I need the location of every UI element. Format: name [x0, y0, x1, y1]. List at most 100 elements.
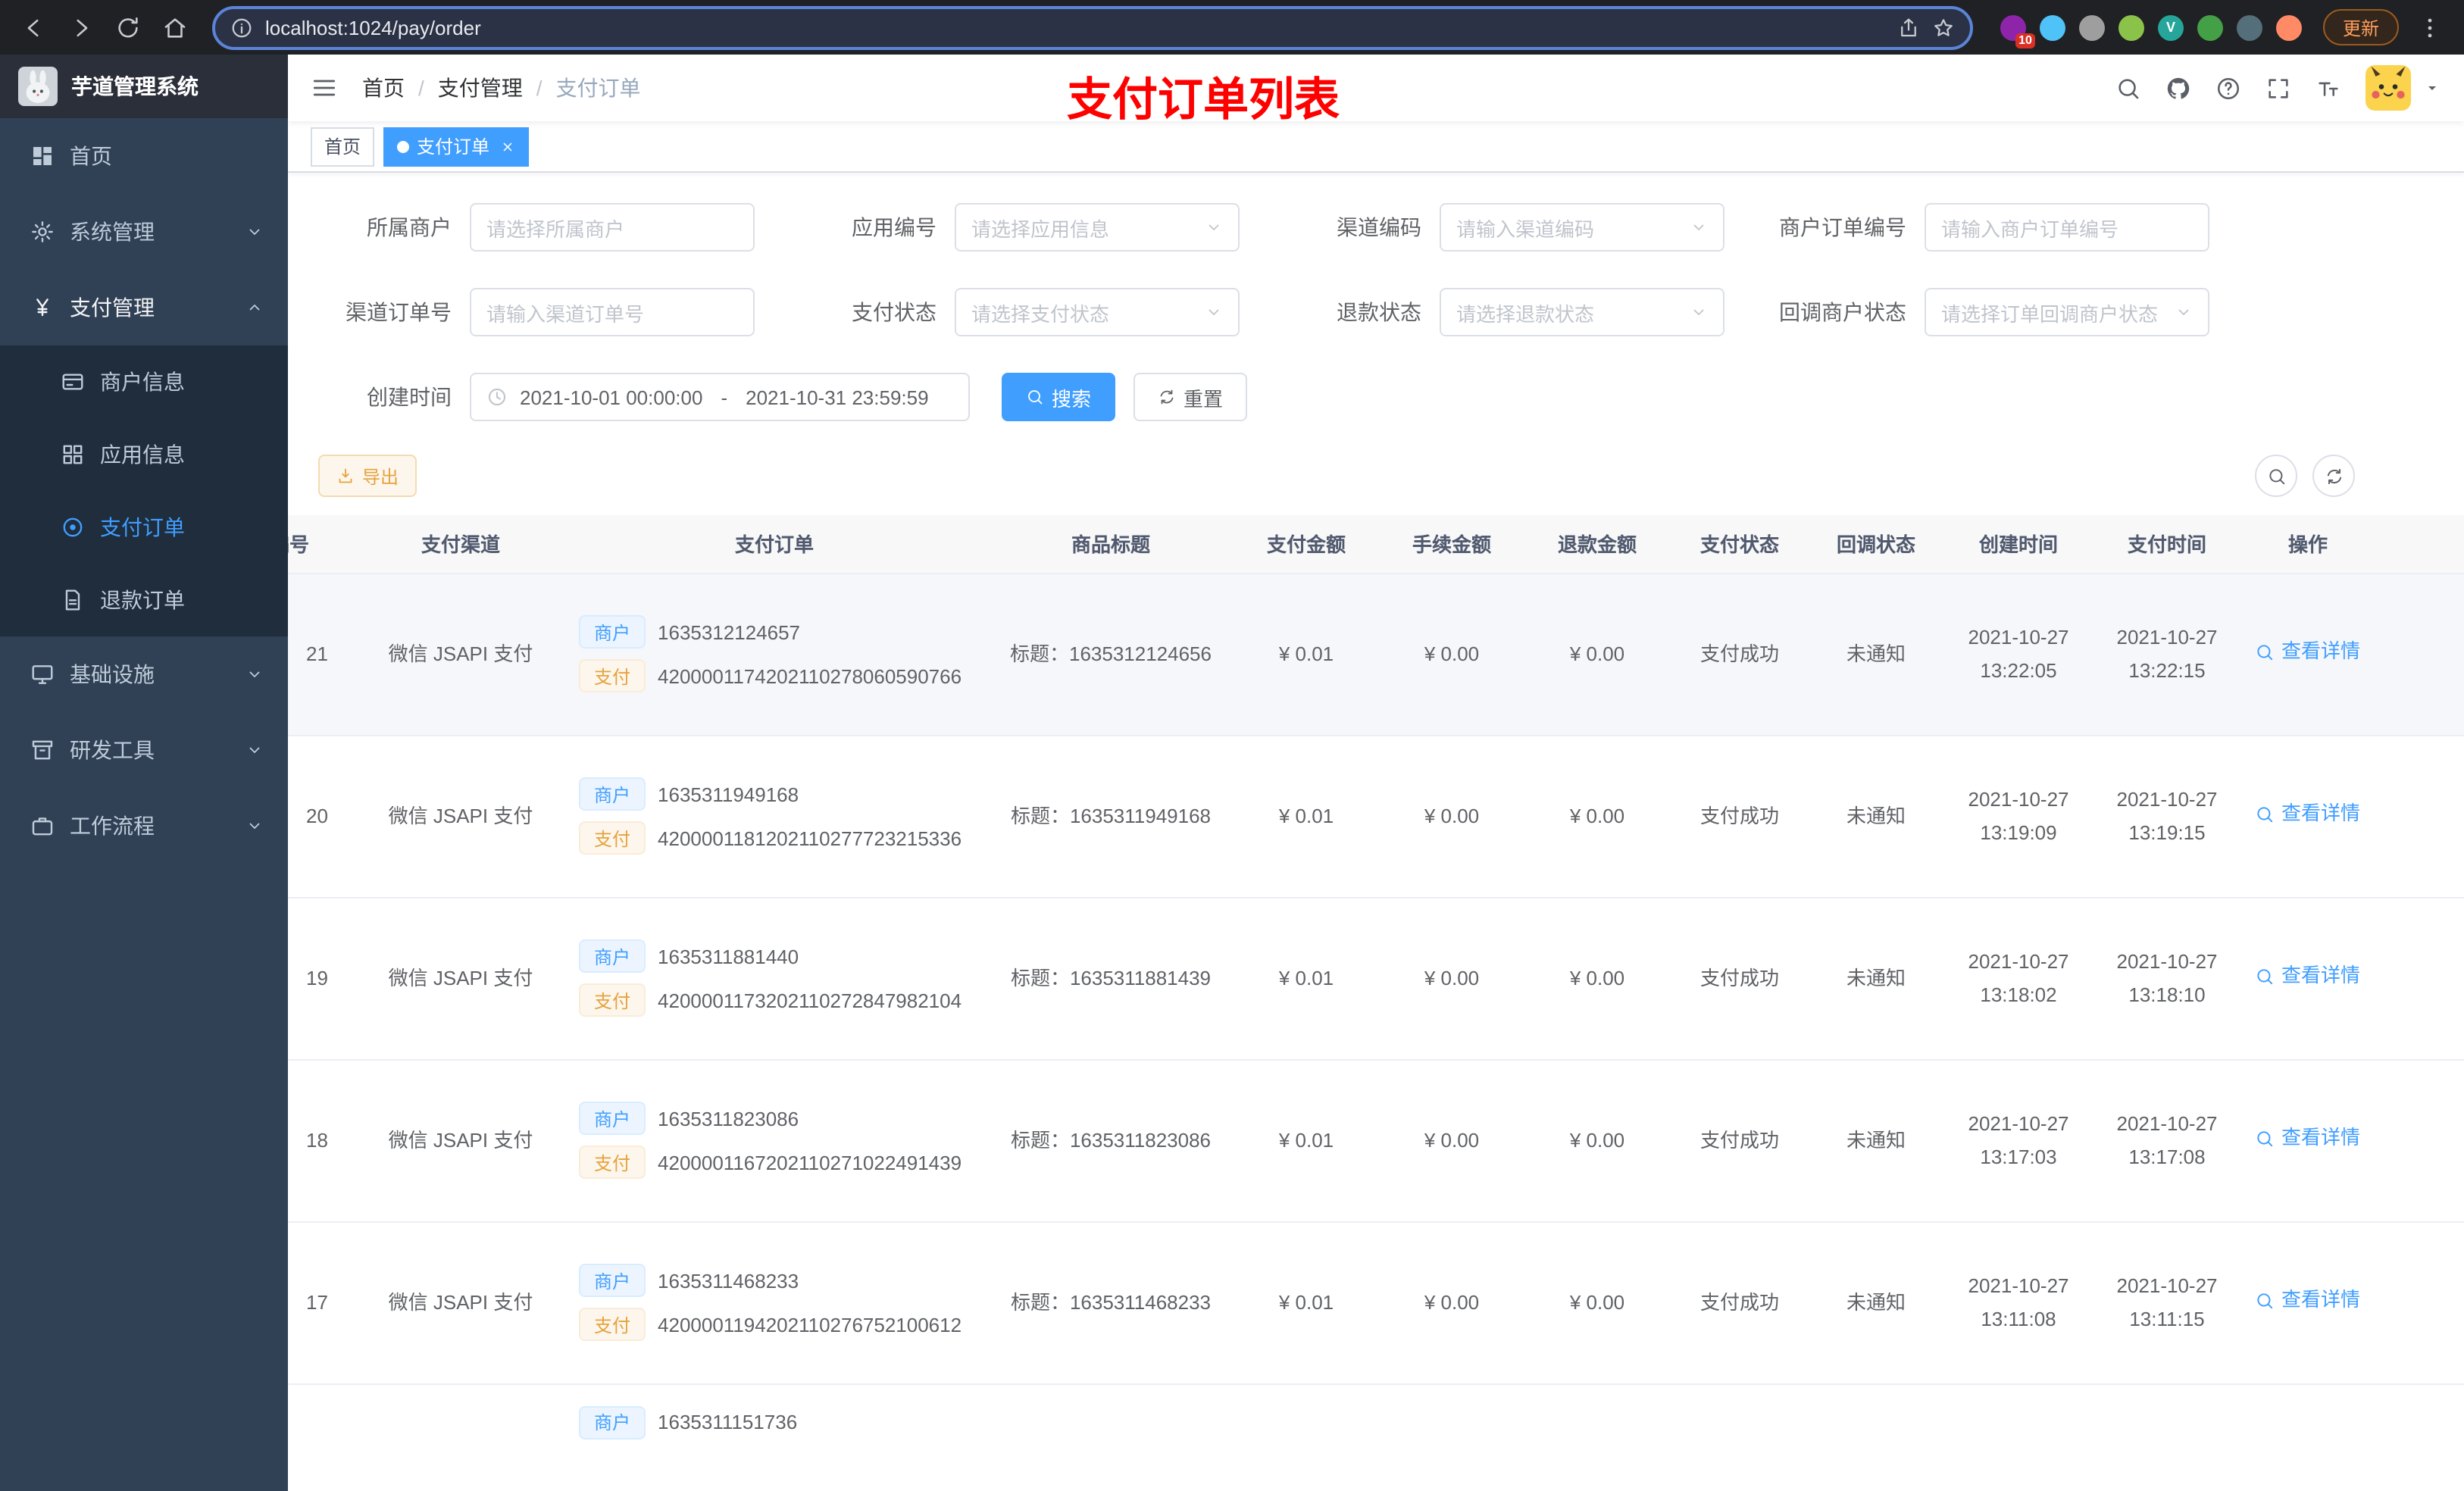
sidebar-item-pay-order[interactable]: 支付订单: [0, 491, 288, 564]
extension-colorful-icon[interactable]: 10: [2000, 14, 2035, 48]
bookmark-star-icon[interactable]: [1932, 16, 1955, 39]
cell-filler: [2376, 735, 2464, 898]
app-logo[interactable]: 芋道管理系统: [0, 55, 288, 118]
table-row[interactable]: 21 微信 JSAPI 支付 商户 1635312124657 支付 4200001174…: [288, 573, 2464, 736]
breadcrumb-pay-manage[interactable]: 支付管理: [438, 73, 523, 103]
user-avatar[interactable]: [2366, 65, 2411, 111]
table-header-row: 编号 支付渠道 支付订单 商品标题 支付金额 手续金额 退款金额 支付状态 回调状态 创建时间 支付…: [288, 515, 2464, 574]
sidebar-item-merchant-info[interactable]: 商户信息: [0, 345, 288, 418]
toggle-search-button[interactable]: [2255, 455, 2297, 497]
filter-merchant-input[interactable]: 请选择所属商户: [470, 203, 755, 252]
extension-blue-drop-icon[interactable]: [2039, 14, 2065, 40]
table-row[interactable]: 17 微信 JSAPI 支付 商户 1635311468233 支付 4200001194…: [288, 1221, 2464, 1384]
github-icon[interactable]: [2165, 75, 2191, 101]
sidebar-item-app-info[interactable]: 应用信息: [0, 418, 288, 491]
hamburger-icon[interactable]: [311, 74, 338, 102]
filter-channel-order-no-input[interactable]: 请输入渠道订单号: [470, 288, 755, 336]
table-row[interactable]: 18 微信 JSAPI 支付 商户 1635311823086 支付 4200001167…: [288, 1059, 2464, 1222]
filter-row-2: 渠道订单号 请输入渠道订单号 支付状态 请选择支付状态 退款状态 请选择退款状态 回调商户状…: [288, 288, 2464, 336]
help-icon[interactable]: [2215, 75, 2241, 101]
cell-empty: [2094, 1383, 2240, 1491]
browser-home-button[interactable]: [153, 5, 197, 49]
cell-order: 商户 1635311151736: [561, 1383, 988, 1491]
share-icon[interactable]: [1897, 16, 1920, 39]
filter-form: 所属商户 请选择所属商户 应用编号 请选择应用信息 渠道编码 请输入渠道编码 商户订单编号请…: [288, 203, 2464, 421]
column-header-7: 支付状态: [1670, 515, 1809, 574]
browser-back-button[interactable]: [12, 5, 56, 49]
sidebar-submenu: 商户信息 应用信息支付订单退款订单: [0, 345, 288, 636]
browser-forward-button[interactable]: [59, 5, 103, 49]
sidebar-item-label: 支付订单: [100, 515, 185, 539]
view-detail-link[interactable]: 查看详情: [2256, 798, 2360, 831]
cell-number: 21: [288, 573, 361, 736]
sidebar-item-system[interactable]: 系统管理: [0, 194, 288, 270]
fullscreen-icon[interactable]: [2265, 75, 2291, 101]
view-detail-link[interactable]: 查看详情: [2256, 1122, 2360, 1155]
filter-merchant-order-no-input[interactable]: 请输入商户订单编号: [1925, 203, 2209, 252]
header-search-icon[interactable]: [2115, 75, 2141, 101]
sidebar-item-home[interactable]: 首页: [0, 118, 288, 194]
order-number: 1635311823086: [658, 1107, 799, 1130]
browser-menu-button[interactable]: [2408, 5, 2452, 49]
breadcrumb-home[interactable]: 首页: [362, 73, 405, 103]
reset-button[interactable]: 重置: [1134, 373, 1248, 421]
tab-pay-order[interactable]: 支付订单: [383, 127, 530, 166]
cell-title: 标题：1635311468233: [988, 1221, 1234, 1384]
search-button[interactable]: 搜索: [1002, 373, 1116, 421]
column-label: 支付时间: [2127, 533, 2206, 557]
table-row-partial[interactable]: 商户 1635311151736: [288, 1383, 2464, 1491]
merchant-tag: 商户: [579, 939, 646, 973]
filter-callback-status-select[interactable]: 请选择订单回调商户状态: [1925, 288, 2209, 336]
extension-gray-icon[interactable]: [2078, 14, 2105, 40]
filter-label: 应用编号: [852, 215, 937, 239]
export-button[interactable]: 导出: [318, 455, 417, 497]
filter-channel-code-select[interactable]: 请输入渠道编码: [1440, 203, 1724, 252]
create-time-range-picker[interactable]: 2021-10-01 00:00:00 - 2021-10-31 23:59:5…: [470, 373, 970, 421]
tab-home[interactable]: 首页: [311, 127, 375, 166]
close-tab-icon[interactable]: [500, 139, 515, 154]
merchant-tag: 商户: [579, 777, 646, 811]
column-header-4: 支付金额: [1234, 515, 1379, 574]
view-detail-link[interactable]: 查看详情: [2256, 960, 2360, 993]
sidebar-item-payment[interactable]: 支付管理: [0, 270, 288, 345]
magnifier-icon: [2256, 1129, 2275, 1149]
filter-app-no-select[interactable]: 请选择应用信息: [955, 203, 1240, 252]
extension-dark-icon[interactable]: [2236, 14, 2262, 40]
browser-reload-button[interactable]: [106, 5, 150, 49]
placeholder-text: 请选择应用信息: [971, 217, 1110, 240]
table-row[interactable]: 19 微信 JSAPI 支付 商户 1635311881440 支付 4200001173…: [288, 897, 2464, 1060]
view-detail-link[interactable]: 查看详情: [2256, 636, 2360, 669]
cell-filler: [2376, 1059, 2464, 1222]
cell-amount: ¥ 0.01: [1234, 1221, 1379, 1384]
sidebar-item-dev-tools[interactable]: 研发工具: [0, 712, 288, 788]
font-size-icon[interactable]: [2315, 75, 2341, 101]
view-detail-link[interactable]: 查看详情: [2256, 1284, 2360, 1318]
order-line: 商户 1635311151736: [579, 1405, 979, 1439]
cell-amount: ¥ 0.01: [1234, 573, 1379, 736]
order-number: 4200001173202110272847982104: [658, 989, 962, 1011]
refresh-table-button[interactable]: [2312, 455, 2355, 497]
sidebar-item-workflow[interactable]: 工作流程: [0, 788, 288, 864]
sidebar-item-refund-order[interactable]: 退款订单: [0, 564, 288, 636]
browser-update-button[interactable]: 更新: [2322, 9, 2399, 45]
order-line: 商户 1635311949168: [579, 777, 979, 811]
tab-label: 首页: [324, 136, 361, 158]
url-bar[interactable]: localhost:1024/pay/order: [212, 5, 1973, 49]
sidebar-item-infrastructure[interactable]: 基础设施: [0, 636, 288, 712]
site-info-icon[interactable]: [230, 16, 253, 39]
chevron-down-icon: [245, 665, 264, 683]
sidebar-item-label: 退款订单: [100, 588, 185, 612]
extension-orange-face-icon[interactable]: [2275, 14, 2302, 40]
extension-vue-devtools-icon[interactable]: V: [2157, 14, 2184, 40]
filter-label: 渠道订单号: [346, 300, 452, 324]
extension-green-icon[interactable]: [2118, 14, 2144, 40]
filter-refund-status-select[interactable]: 请选择退款状态: [1440, 288, 1724, 336]
cell-channel: 微信 JSAPI 支付: [361, 897, 561, 1060]
caret-down-icon[interactable]: [2423, 79, 2441, 97]
cell-pay-status: 支付成功: [1670, 1221, 1809, 1384]
extension-chat-icon[interactable]: [2197, 14, 2223, 40]
table-row[interactable]: 20 微信 JSAPI 支付 商户 1635311949168 支付 4200001181…: [288, 735, 2464, 898]
cell-channel: 微信 JSAPI 支付: [361, 1059, 561, 1222]
filter-pay-status-select[interactable]: 请选择支付状态: [955, 288, 1240, 336]
cell-order: 商户 1635311468233 支付 42000011942021102767521…: [561, 1221, 988, 1384]
